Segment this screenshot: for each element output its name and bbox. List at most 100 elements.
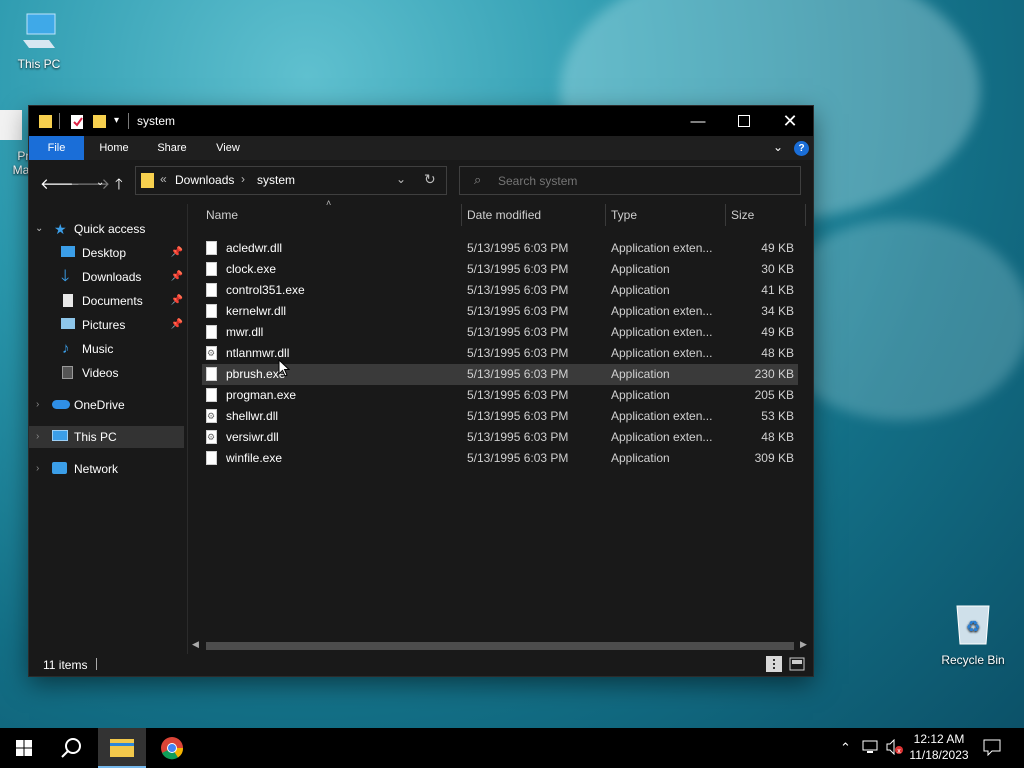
- nav-quick-access[interactable]: ⌄ ★ Quick access: [29, 218, 187, 240]
- refresh-icon[interactable]: ↻: [424, 171, 436, 188]
- scroll-left-icon[interactable]: ◀: [192, 639, 199, 650]
- file-size: 53 KB: [761, 409, 794, 423]
- star-icon: ★: [54, 221, 67, 237]
- dll-file-icon: [206, 325, 217, 339]
- videos-icon: [62, 366, 73, 379]
- large-icons-view-icon: [789, 657, 805, 671]
- desktop-icon-recycle-bin[interactable]: ♻ Recycle Bin: [938, 602, 1008, 667]
- show-hidden-icons-icon[interactable]: ⌃: [840, 740, 851, 756]
- table-row[interactable]: progman.exe 5/13/1995 6:03 PM Application 2…: [202, 385, 798, 406]
- expand-icon[interactable]: ⌄: [35, 218, 43, 240]
- action-center-icon[interactable]: [983, 738, 1001, 759]
- nav-item-music[interactable]: ♪ Music: [29, 338, 187, 360]
- file-date-modified: 5/13/1995 6:03 PM: [467, 388, 569, 402]
- details-view-button[interactable]: [766, 656, 782, 672]
- nav-label: Desktop: [82, 246, 127, 260]
- recent-locations-button[interactable]: ⌄: [96, 177, 104, 188]
- search-input[interactable]: [496, 170, 790, 191]
- start-button[interactable]: [0, 728, 48, 768]
- nav-label: Videos: [82, 366, 119, 380]
- file-name: versiwr.dll: [226, 430, 279, 444]
- expand-icon[interactable]: ›: [36, 426, 39, 448]
- volume-muted-icon[interactable]: x: [886, 738, 904, 758]
- column-header-date[interactable]: Date modified: [467, 204, 541, 226]
- nav-label: Pictures: [82, 318, 126, 332]
- tab-file[interactable]: File: [29, 136, 84, 160]
- table-row[interactable]: mwr.dll 5/13/1995 6:03 PM Application exte…: [202, 322, 798, 343]
- pin-icon[interactable]: 📌: [171, 242, 183, 264]
- pictures-icon: [61, 318, 75, 329]
- taskbar-file-explorer[interactable]: [98, 728, 146, 768]
- table-row[interactable]: control351.exe 5/13/1995 6:03 PM Applicati…: [202, 280, 798, 301]
- close-icon: ✕: [782, 110, 798, 131]
- nav-item-pictures[interactable]: Pictures 📌: [29, 314, 187, 336]
- help-icon[interactable]: ?: [794, 141, 809, 156]
- search-box[interactable]: ⌕: [459, 166, 801, 195]
- scroll-right-icon[interactable]: ▶: [800, 639, 807, 650]
- exe-file-icon: [206, 388, 217, 402]
- table-row[interactable]: acledwr.dll 5/13/1995 6:03 PM Application …: [202, 238, 798, 259]
- new-folder-icon[interactable]: [93, 114, 106, 131]
- tab-share[interactable]: Share: [150, 136, 194, 160]
- breadcrumb-downloads[interactable]: Downloads: [175, 173, 234, 187]
- expand-icon[interactable]: ›: [36, 394, 39, 416]
- item-count: 11 items: [43, 658, 88, 672]
- breadcrumb-separator-icon[interactable]: ›: [241, 172, 245, 186]
- pin-icon[interactable]: 📌: [171, 314, 183, 336]
- table-row[interactable]: shellwr.dll 5/13/1995 6:03 PM Application …: [202, 406, 798, 427]
- customize-toolbar-icon[interactable]: ▾: [114, 115, 119, 126]
- file-size: 309 KB: [754, 451, 794, 465]
- properties-icon[interactable]: [71, 114, 84, 132]
- column-divider[interactable]: [805, 204, 806, 226]
- address-dropdown-icon[interactable]: ⌄: [396, 172, 406, 186]
- search-button[interactable]: [48, 728, 96, 768]
- column-header-name[interactable]: Name: [206, 204, 238, 226]
- title-bar[interactable]: ▾ system — ✕: [29, 106, 813, 136]
- up-button[interactable]: 🡑: [115, 174, 123, 199]
- file-date-modified: 5/13/1995 6:03 PM: [467, 451, 569, 465]
- table-row[interactable]: winfile.exe 5/13/1995 6:03 PM Application 3…: [202, 448, 798, 469]
- table-row[interactable]: kernelwr.dll 5/13/1995 6:03 PM Application…: [202, 301, 798, 322]
- column-divider[interactable]: [725, 204, 726, 226]
- breadcrumb-system[interactable]: system: [257, 173, 295, 187]
- scroll-thumb[interactable]: [206, 642, 794, 650]
- separator: [59, 113, 60, 129]
- large-icons-view-button[interactable]: [789, 657, 805, 674]
- nav-item-downloads[interactable]: 🡓 Downloads 📌: [29, 266, 187, 288]
- expand-ribbon-icon[interactable]: ⌄: [773, 140, 783, 154]
- desktop-icon-this-pc[interactable]: This PC: [4, 10, 74, 71]
- horizontal-scrollbar[interactable]: ◀ ▶: [188, 638, 813, 654]
- clock[interactable]: 12:12 AM 11/18/2023: [906, 731, 972, 763]
- nav-network[interactable]: › Network: [29, 458, 187, 480]
- nav-item-videos[interactable]: Videos: [29, 362, 187, 384]
- pin-icon[interactable]: 📌: [171, 290, 183, 312]
- table-row[interactable]: clock.exe 5/13/1995 6:03 PM Application 30 …: [202, 259, 798, 280]
- taskbar-chrome[interactable]: [148, 728, 196, 768]
- pin-icon[interactable]: 📌: [171, 266, 183, 288]
- nav-this-pc[interactable]: › This PC: [29, 426, 184, 448]
- nav-item-documents[interactable]: Documents 📌: [29, 290, 187, 312]
- exe-file-icon: [206, 451, 217, 465]
- minimize-button[interactable]: —: [675, 106, 721, 136]
- file-explorer-icon: [110, 739, 134, 757]
- column-header-type[interactable]: Type: [611, 204, 637, 226]
- table-row[interactable]: versiwr.dll 5/13/1995 6:03 PM Application …: [202, 427, 798, 448]
- file-explorer-window: ▾ system — ✕ File Home Share View ⌄ ? 🡐 …: [29, 106, 813, 676]
- address-bar[interactable]: « Downloads › system ⌄ ↻: [135, 166, 447, 195]
- maximize-button[interactable]: [721, 106, 767, 136]
- nav-onedrive[interactable]: › OneDrive: [29, 394, 187, 416]
- nav-item-desktop[interactable]: Desktop 📌: [29, 242, 187, 264]
- table-row[interactable]: pbrush.exe 5/13/1995 6:03 PM Application 23…: [202, 364, 798, 385]
- network-status-icon[interactable]: [862, 739, 880, 758]
- column-header-size[interactable]: Size: [731, 204, 754, 226]
- tab-home[interactable]: Home: [90, 136, 138, 160]
- expand-icon[interactable]: ›: [36, 458, 39, 480]
- column-divider[interactable]: [605, 204, 606, 226]
- table-row[interactable]: ntlanmwr.dll 5/13/1995 6:03 PM Application…: [202, 343, 798, 364]
- column-divider[interactable]: [461, 204, 462, 226]
- close-button[interactable]: ✕: [767, 106, 813, 136]
- network-icon: [52, 462, 67, 474]
- clock-date: 11/18/2023: [909, 748, 969, 762]
- tab-view[interactable]: View: [206, 136, 250, 160]
- address-overflow[interactable]: «: [160, 172, 167, 186]
